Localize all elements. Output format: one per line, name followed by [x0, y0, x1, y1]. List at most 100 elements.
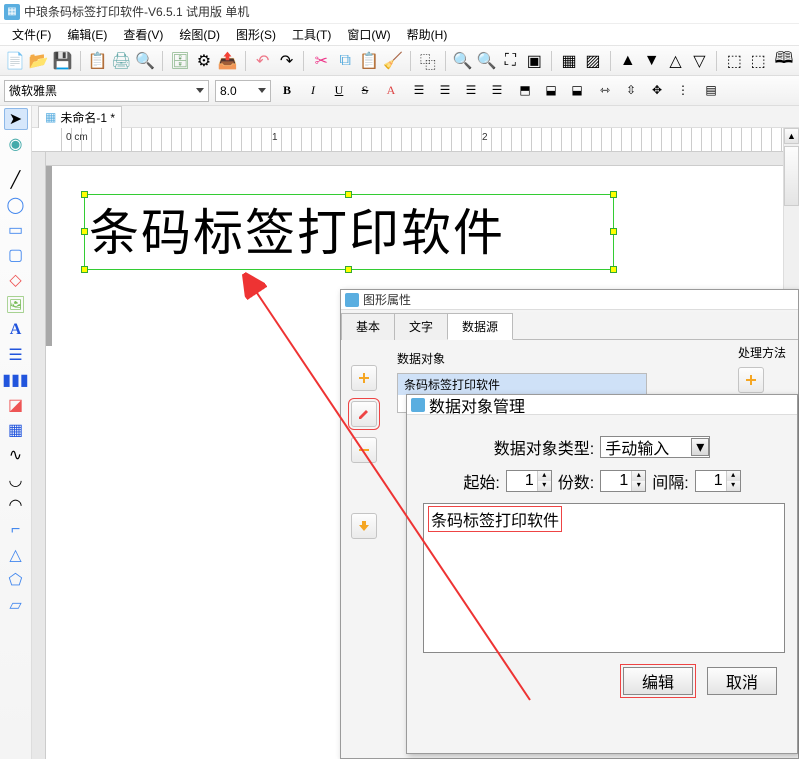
image-tool-icon[interactable]: 🖼 [4, 294, 28, 316]
resize-handle-nw[interactable] [81, 191, 88, 198]
value-textarea[interactable]: 条码标签打印软件 [423, 503, 785, 653]
bezier-tool-icon[interactable]: ◠ [4, 494, 28, 516]
open-icon[interactable]: 📂 [28, 50, 50, 72]
zoom-fit-icon[interactable]: ⛶ [499, 50, 521, 72]
resize-handle-se[interactable] [610, 266, 617, 273]
type-select[interactable]: 手动输入 ▾ [600, 436, 710, 458]
export-icon[interactable]: 📤 [217, 50, 239, 72]
table-tool-icon[interactable]: ▦ [4, 419, 28, 441]
tab-basic[interactable]: 基本 [341, 313, 395, 340]
page-setup-icon[interactable]: 📋 [87, 50, 109, 72]
menu-tool[interactable]: 工具(T) [284, 26, 339, 43]
cancel-button[interactable]: 取消 [707, 667, 777, 695]
pentagon-tool-icon[interactable]: ⬠ [4, 569, 28, 591]
italic-icon[interactable]: I [301, 80, 325, 102]
text-tool-icon[interactable]: A [4, 319, 28, 341]
gap-input[interactable]: 1▴▾ [695, 470, 741, 492]
cut-icon[interactable]: ✂ [310, 50, 332, 72]
clone-icon[interactable]: ⿻ [417, 50, 439, 72]
remove-button[interactable] [351, 437, 377, 463]
backward-icon[interactable]: ▽ [688, 50, 710, 72]
align-center-icon[interactable]: ☰ [433, 80, 457, 102]
new-icon[interactable]: 📄 [4, 50, 26, 72]
menu-help[interactable]: 帮助(H) [399, 26, 456, 43]
menu-view[interactable]: 查看(V) [115, 26, 171, 43]
polyline-tool-icon[interactable]: ⌐ [4, 519, 28, 541]
menu-file[interactable]: 文件(F) [4, 26, 59, 43]
resize-handle-e[interactable] [610, 228, 617, 235]
tab-datasource[interactable]: 数据源 [447, 313, 513, 340]
pointer-tool-icon[interactable]: ➤ [4, 108, 28, 130]
qrcode-tool-icon[interactable]: ◪ [4, 394, 28, 416]
front-icon[interactable]: ▲ [617, 50, 639, 72]
barcode-tool-icon[interactable]: ▮▮▮ [4, 369, 28, 391]
dist-h-icon[interactable]: ⇿ [593, 80, 617, 102]
copy-icon[interactable]: ⧉ [334, 50, 356, 72]
arc-tool-icon[interactable]: ◡ [4, 469, 28, 491]
strike-icon[interactable]: S [353, 80, 377, 102]
print-preview-icon[interactable]: 🔍 [134, 50, 156, 72]
menu-edit[interactable]: 编辑(E) [59, 26, 115, 43]
panel-icon[interactable]: ▤ [699, 80, 723, 102]
underline-icon[interactable]: U [327, 80, 351, 102]
delete-icon[interactable]: 🧹 [382, 50, 404, 72]
pan-tool-icon[interactable]: ◉ [4, 133, 28, 155]
forward-icon[interactable]: △ [665, 50, 687, 72]
rect-tool-icon[interactable]: ▭ [4, 219, 28, 241]
paste-icon[interactable]: 📋 [358, 50, 380, 72]
menu-draw[interactable]: 绘图(D) [171, 26, 228, 43]
resize-handle-w[interactable] [81, 228, 88, 235]
font-family-select[interactable]: 微软雅黑 [4, 80, 209, 102]
richtext-tool-icon[interactable]: ☰ [4, 344, 28, 366]
selected-object[interactable]: 条码标签打印软件 [84, 194, 614, 270]
triangle-tool-icon[interactable]: △ [4, 544, 28, 566]
properties-dialog-title[interactable]: 图形属性 [341, 290, 798, 310]
add-process-button[interactable] [738, 367, 764, 393]
align-right-icon[interactable]: ☰ [459, 80, 483, 102]
parallelogram-tool-icon[interactable]: ▱ [4, 594, 28, 616]
diamond-tool-icon[interactable]: ◇ [4, 269, 28, 291]
zoom-in-icon[interactable]: 🔍 [452, 50, 474, 72]
dist-v-icon[interactable]: ⇳ [619, 80, 643, 102]
document-tab[interactable]: ▦ 未命名-1 * [38, 106, 122, 128]
zoom-out-icon[interactable]: 🔍 [476, 50, 498, 72]
tab-text[interactable]: 文字 [394, 313, 448, 340]
centerize-icon[interactable]: ✥ [645, 80, 669, 102]
valign-top-icon[interactable]: ⬒ [513, 80, 537, 102]
align-left-icon[interactable]: ☰ [407, 80, 431, 102]
line-tool-icon[interactable]: ╱ [4, 169, 28, 191]
valign-mid-icon[interactable]: ⬓ [539, 80, 563, 102]
font-color-icon[interactable]: A [379, 80, 403, 102]
zoom-100-icon[interactable]: ▣ [523, 50, 545, 72]
ungroup-icon[interactable]: ⬚ [747, 50, 769, 72]
curve-tool-icon[interactable]: ∿ [4, 444, 28, 466]
grid-icon[interactable]: ▦ [558, 50, 580, 72]
redo-icon[interactable]: ↷ [276, 50, 298, 72]
add-button[interactable] [351, 365, 377, 391]
more-icon[interactable]: ⋮ [671, 80, 695, 102]
font-size-select[interactable]: 8.0 [215, 80, 271, 102]
print-icon[interactable]: 🖨 [110, 50, 132, 72]
settings-icon[interactable]: ⚙ [193, 50, 215, 72]
menu-graphic[interactable]: 图形(S) [228, 26, 284, 43]
help-icon[interactable]: 🕮 [773, 50, 795, 72]
resize-handle-ne[interactable] [610, 191, 617, 198]
undo-icon[interactable]: ↶ [252, 50, 274, 72]
ellipse-tool-icon[interactable]: ◯ [4, 194, 28, 216]
resize-handle-s[interactable] [345, 266, 352, 273]
snap-icon[interactable]: ▨ [582, 50, 604, 72]
scroll-thumb[interactable] [784, 146, 799, 206]
resize-handle-n[interactable] [345, 191, 352, 198]
roundrect-tool-icon[interactable]: ▢ [4, 244, 28, 266]
resize-handle-sw[interactable] [81, 266, 88, 273]
database-icon[interactable]: 🗄 [169, 50, 191, 72]
edit-button[interactable] [351, 401, 377, 427]
data-manager-title[interactable]: 数据对象管理 [407, 395, 797, 415]
edit-confirm-button[interactable]: 编辑 [623, 667, 693, 695]
start-input[interactable]: 1▴▾ [506, 470, 552, 492]
group-icon[interactable]: ⬚ [723, 50, 745, 72]
scroll-up-icon[interactable]: ▲ [784, 128, 799, 144]
save-icon[interactable]: 💾 [52, 50, 74, 72]
bold-icon[interactable]: B [275, 80, 299, 102]
count-input[interactable]: 1▴▾ [600, 470, 646, 492]
